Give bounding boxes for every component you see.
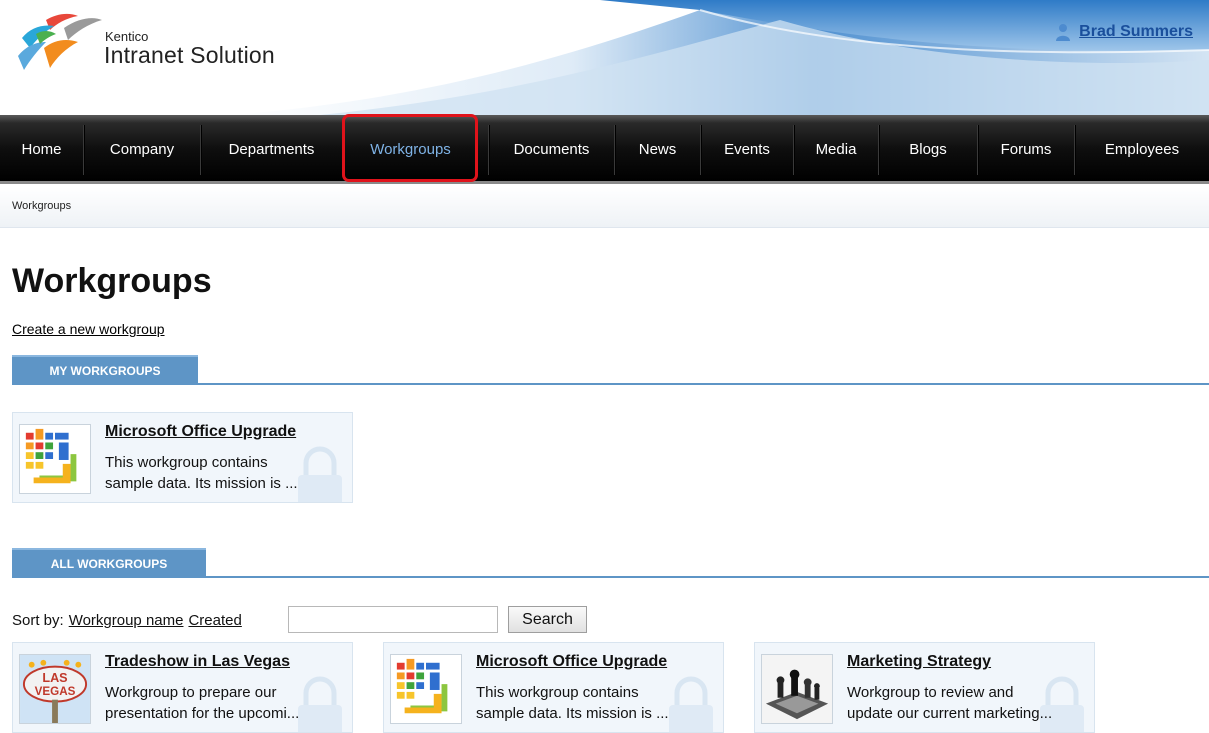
- workgroup-name-link[interactable]: Microsoft Office Upgrade: [476, 653, 667, 671]
- all-workgroups-tab[interactable]: ALL WORKGROUPS: [12, 548, 206, 576]
- all-workgroups-divider: [12, 576, 1209, 578]
- sort-controls: Sort by: Workgroup name Created: [12, 606, 242, 634]
- workgroup-description: Workgroup to prepare our presentation fo…: [105, 682, 330, 724]
- workgroup-description-line: sample data. Its mission is ...: [476, 705, 669, 722]
- breadcrumb: Workgroups: [0, 187, 1209, 228]
- nav-departments[interactable]: Departments: [201, 115, 342, 181]
- workgroup-description-line: presentation for the upcomi...: [105, 705, 300, 722]
- workgroup-description-line: sample data. Its mission is ...: [105, 475, 298, 492]
- workgroup-description-line: Workgroup to review and: [847, 684, 1014, 701]
- logo-title: Intranet Solution: [104, 42, 275, 68]
- workgroup-description: This workgroup contains sample data. Its…: [105, 452, 330, 494]
- nav-media[interactable]: Media: [794, 115, 878, 181]
- kentico-logo-icon: [18, 13, 102, 70]
- svg-text:LAS: LAS: [42, 671, 67, 685]
- nav-home[interactable]: Home: [0, 115, 83, 181]
- nav-forums[interactable]: Forums: [978, 115, 1074, 181]
- nav-news[interactable]: News: [615, 115, 700, 181]
- office-upgrade-thumbnail: [390, 654, 462, 724]
- user-name-link[interactable]: Brad Summers: [1079, 23, 1193, 41]
- page-title: Workgroups: [12, 262, 212, 300]
- workgroup-description-line: This workgroup contains: [476, 684, 639, 701]
- workgroup-description-line: Workgroup to prepare our: [105, 684, 277, 701]
- my-workgroups-divider: [12, 383, 1209, 385]
- my-workgroups-tab[interactable]: MY WORKGROUPS: [12, 355, 198, 383]
- nav-workgroups[interactable]: Workgroups: [343, 115, 478, 181]
- site-header: Kentico Intranet Solution Brad Summers: [0, 0, 1209, 115]
- user-menu: Brad Summers: [1055, 23, 1203, 41]
- sort-by-created-link[interactable]: Created: [188, 612, 241, 629]
- workgroup-name-link[interactable]: Microsoft Office Upgrade: [105, 423, 296, 441]
- sort-label: Sort by:: [12, 611, 64, 629]
- las-vegas-thumbnail: LAS VEGAS: [19, 654, 91, 724]
- workgroup-name-link[interactable]: Marketing Strategy: [847, 653, 991, 671]
- chess-pieces-thumbnail: [761, 654, 833, 724]
- main-navigation: Home Company Departments Workgroups Docu…: [0, 115, 1209, 184]
- create-workgroup-link[interactable]: Create a new workgroup: [12, 321, 165, 337]
- workgroup-description: This workgroup contains sample data. Its…: [476, 682, 701, 724]
- workgroup-search-input[interactable]: [288, 606, 498, 633]
- workgroup-name-link[interactable]: Tradeshow in Las Vegas: [105, 653, 290, 671]
- workgroup-card[interactable]: LAS VEGAS Tradeshow in Las Vegas Workgro…: [12, 642, 353, 733]
- office-upgrade-thumbnail: [19, 424, 91, 494]
- nav-employees[interactable]: Employees: [1075, 115, 1209, 181]
- workgroup-card[interactable]: Marketing Strategy Workgroup to review a…: [754, 642, 1095, 733]
- workgroup-card[interactable]: Microsoft Office Upgrade This workgroup …: [383, 642, 724, 733]
- svg-text:VEGAS: VEGAS: [35, 685, 76, 698]
- workgroup-description-line: This workgroup contains: [105, 454, 268, 471]
- workgroup-description: Workgroup to review and update our curre…: [847, 682, 1072, 724]
- search-button[interactable]: Search: [508, 606, 587, 633]
- nav-company[interactable]: Company: [84, 115, 200, 181]
- nav-events[interactable]: Events: [701, 115, 793, 181]
- breadcrumb-current: Workgroups: [12, 200, 72, 212]
- sort-by-name-link[interactable]: Workgroup name: [69, 612, 184, 629]
- workgroup-description-line: update our current marketing...: [847, 705, 1053, 722]
- nav-documents[interactable]: Documents: [489, 115, 614, 181]
- user-icon: [1056, 24, 1071, 41]
- nav-blogs[interactable]: Blogs: [879, 115, 977, 181]
- workgroup-card[interactable]: Microsoft Office Upgrade This workgroup …: [12, 412, 353, 503]
